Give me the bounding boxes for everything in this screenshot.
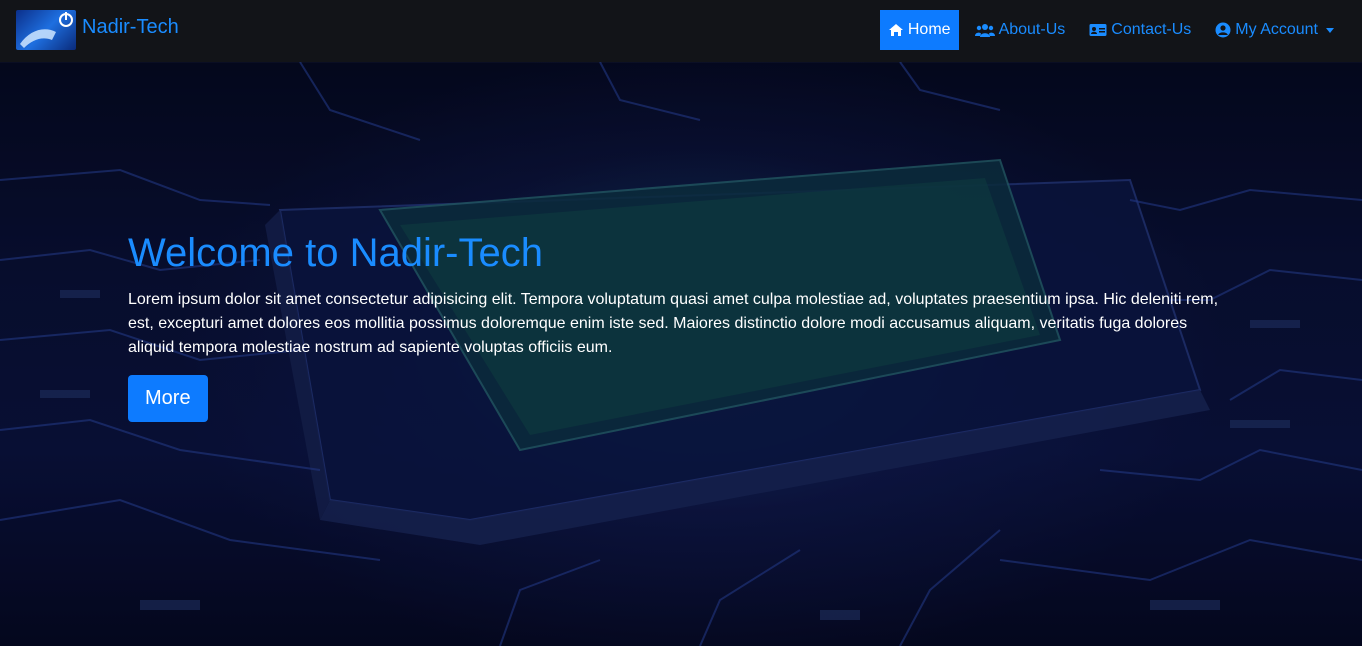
chevron-down-icon bbox=[1326, 27, 1334, 33]
home-icon bbox=[888, 24, 903, 36]
brand-name: Nadir-Tech bbox=[82, 15, 179, 38]
nav-item-contact-us[interactable]: Contact-Us bbox=[1081, 10, 1199, 50]
nav-item-home[interactable]: Home bbox=[879, 10, 959, 50]
hero-text: Lorem ipsum dolor sit amet consectetur a… bbox=[128, 291, 1219, 356]
brand-link[interactable]: Nadir-Tech bbox=[16, 10, 179, 50]
nav-item-label: My Account bbox=[1235, 21, 1318, 38]
nav-item-my-account[interactable]: My Account bbox=[1207, 10, 1342, 50]
address-card-icon bbox=[1089, 24, 1107, 36]
main-nav: Home About-Us Contact-Us My Account bbox=[872, 10, 1342, 50]
users-icon bbox=[974, 24, 995, 37]
nav-item-label: Contact-Us bbox=[1111, 21, 1192, 38]
nav-item-label: About-Us bbox=[998, 21, 1066, 38]
nav-item-label: Home bbox=[907, 21, 951, 38]
more-button[interactable]: More bbox=[128, 375, 208, 422]
navbar: Nadir-Tech Home About-Us Contact-Us My A… bbox=[0, 0, 1362, 62]
user-circle-icon bbox=[1215, 22, 1231, 38]
brand-logo-icon bbox=[16, 10, 76, 50]
hero-section: Welcome to Nadir-Tech Lorem ipsum dolor … bbox=[128, 228, 1228, 422]
nav-item-about-us[interactable]: About-Us bbox=[967, 10, 1074, 50]
hero-title: Welcome to Nadir-Tech bbox=[128, 231, 543, 275]
